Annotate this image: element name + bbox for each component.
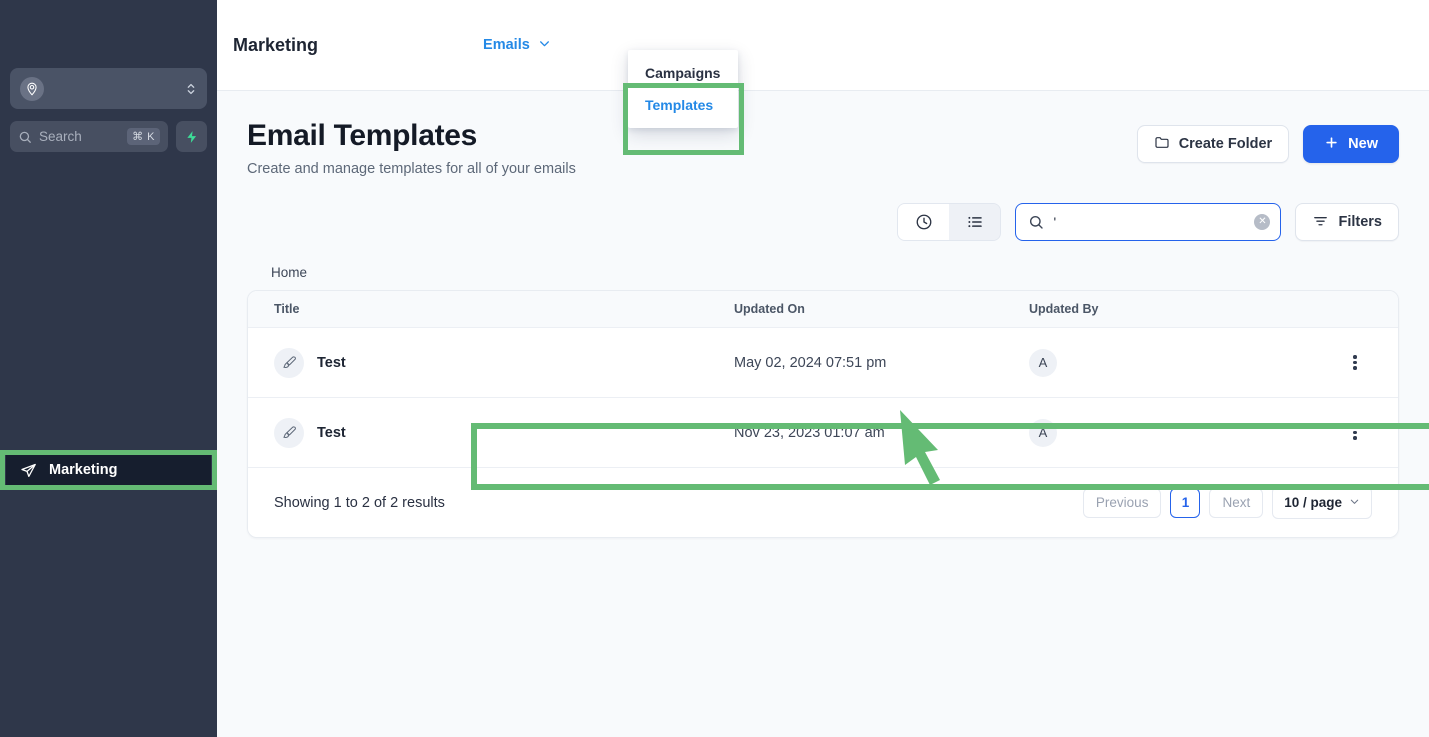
row-updated-by: A — [1029, 418, 1312, 447]
pagination: Previous 1 Next 10 / page — [1082, 486, 1372, 519]
next-page-button[interactable]: Next — [1209, 487, 1264, 518]
row-updated-by: A — [1029, 348, 1312, 377]
search-icon — [1028, 214, 1044, 230]
avatar: A — [1029, 348, 1057, 377]
list-search-value: ' — [1053, 214, 1057, 230]
search-input[interactable]: Search ⌘ K — [10, 121, 168, 152]
filters-button[interactable]: Filters — [1295, 203, 1399, 241]
create-folder-button[interactable]: Create Folder — [1136, 125, 1290, 163]
row-title-cell: Test — [248, 347, 734, 378]
list-icon[interactable] — [949, 204, 1001, 240]
breadcrumb[interactable]: Home — [247, 265, 1399, 280]
search-shortcut-badge: ⌘ K — [127, 128, 160, 145]
results-count: Showing 1 to 2 of 2 results — [274, 494, 445, 511]
create-folder-label: Create Folder — [1178, 136, 1273, 152]
dropdown-item-campaigns[interactable]: Campaigns — [628, 57, 738, 89]
paintbrush-icon — [274, 417, 304, 448]
app-root: Search ⌘ K Marketing Marketing Emails Ca… — [0, 0, 1429, 737]
new-button[interactable]: New — [1303, 125, 1399, 163]
sidebar-search-row: Search ⌘ K — [10, 121, 207, 152]
avatar: A — [1029, 418, 1057, 447]
search-icon — [18, 130, 32, 144]
sidebar-item-label: Marketing — [49, 462, 118, 478]
row-updated-on: Nov 23, 2023 01:07 am — [734, 424, 885, 441]
row-title: Test — [317, 354, 346, 371]
page-size-select[interactable]: 10 / page — [1272, 486, 1372, 519]
row-title-cell: Test — [248, 417, 734, 448]
clear-circle-icon[interactable]: ✕ — [1254, 214, 1271, 230]
folder-icon — [1154, 134, 1170, 154]
row-title: Test — [317, 424, 346, 441]
column-header-updated-by: Updated By — [1029, 302, 1099, 316]
new-label: New — [1348, 136, 1378, 152]
lightning-icon[interactable] — [176, 121, 207, 152]
main-area: Marketing Emails Campaigns Templates Ema… — [217, 0, 1429, 737]
section-switcher[interactable]: Emails — [483, 37, 551, 54]
previous-page-button[interactable]: Previous — [1082, 487, 1162, 518]
workspace-pin-icon — [20, 76, 44, 101]
sidebar-item-marketing[interactable]: Marketing — [6, 450, 211, 490]
workspace-selector[interactable] — [10, 68, 207, 109]
table-header: Title Updated On Updated By — [248, 291, 1398, 328]
plus-icon — [1324, 135, 1339, 154]
dropdown-item-templates[interactable]: Templates — [628, 89, 738, 121]
page-size-label: 10 / page — [1284, 495, 1342, 510]
section-switcher-dropdown[interactable]: Campaigns Templates — [628, 50, 738, 128]
clock-icon[interactable] — [898, 204, 950, 240]
paintbrush-icon — [274, 347, 304, 378]
chevron-down-icon — [1349, 495, 1360, 510]
view-mode-toggle — [897, 203, 1002, 241]
section-switcher-label: Emails — [483, 37, 530, 53]
page-breadcrumb-title: Marketing — [233, 34, 319, 55]
row-updated-on: May 02, 2024 07:51 pm — [734, 354, 887, 371]
topbar: Marketing Emails — [217, 0, 1429, 91]
sidebar: Search ⌘ K Marketing — [0, 0, 217, 737]
search-placeholder: Search — [39, 129, 82, 144]
page-number-button[interactable]: 1 — [1170, 487, 1201, 518]
list-toolbar: ' ✕ Filters — [247, 203, 1399, 241]
templates-table-card: Title Updated On Updated By Test May 02,… — [247, 290, 1399, 538]
table-row[interactable]: Test Nov 23, 2023 01:07 am A — [248, 398, 1398, 468]
column-header-updated-on: Updated On — [734, 302, 805, 316]
filter-icon — [1312, 212, 1329, 233]
table-row[interactable]: Test May 02, 2024 07:51 pm A — [248, 328, 1398, 398]
list-search-input[interactable]: ' ✕ — [1015, 203, 1282, 241]
page-subtitle: Create and manage templates for all of y… — [247, 161, 576, 177]
filters-label: Filters — [1338, 214, 1382, 230]
table-footer: Showing 1 to 2 of 2 results Previous 1 N… — [248, 468, 1398, 537]
page-content: Email Templates Create and manage templa… — [217, 91, 1429, 538]
sidebar-nav: Marketing — [0, 450, 217, 490]
kebab-menu-icon[interactable] — [1312, 423, 1398, 442]
paper-plane-icon — [20, 462, 37, 479]
chevron-down-icon — [538, 37, 551, 54]
page-header: Email Templates Create and manage templa… — [247, 91, 1399, 177]
chevron-up-down-icon — [185, 81, 197, 97]
column-header-title: Title — [274, 302, 300, 316]
kebab-menu-icon[interactable] — [1312, 353, 1398, 372]
page-header-actions: Create Folder New — [1136, 119, 1399, 163]
